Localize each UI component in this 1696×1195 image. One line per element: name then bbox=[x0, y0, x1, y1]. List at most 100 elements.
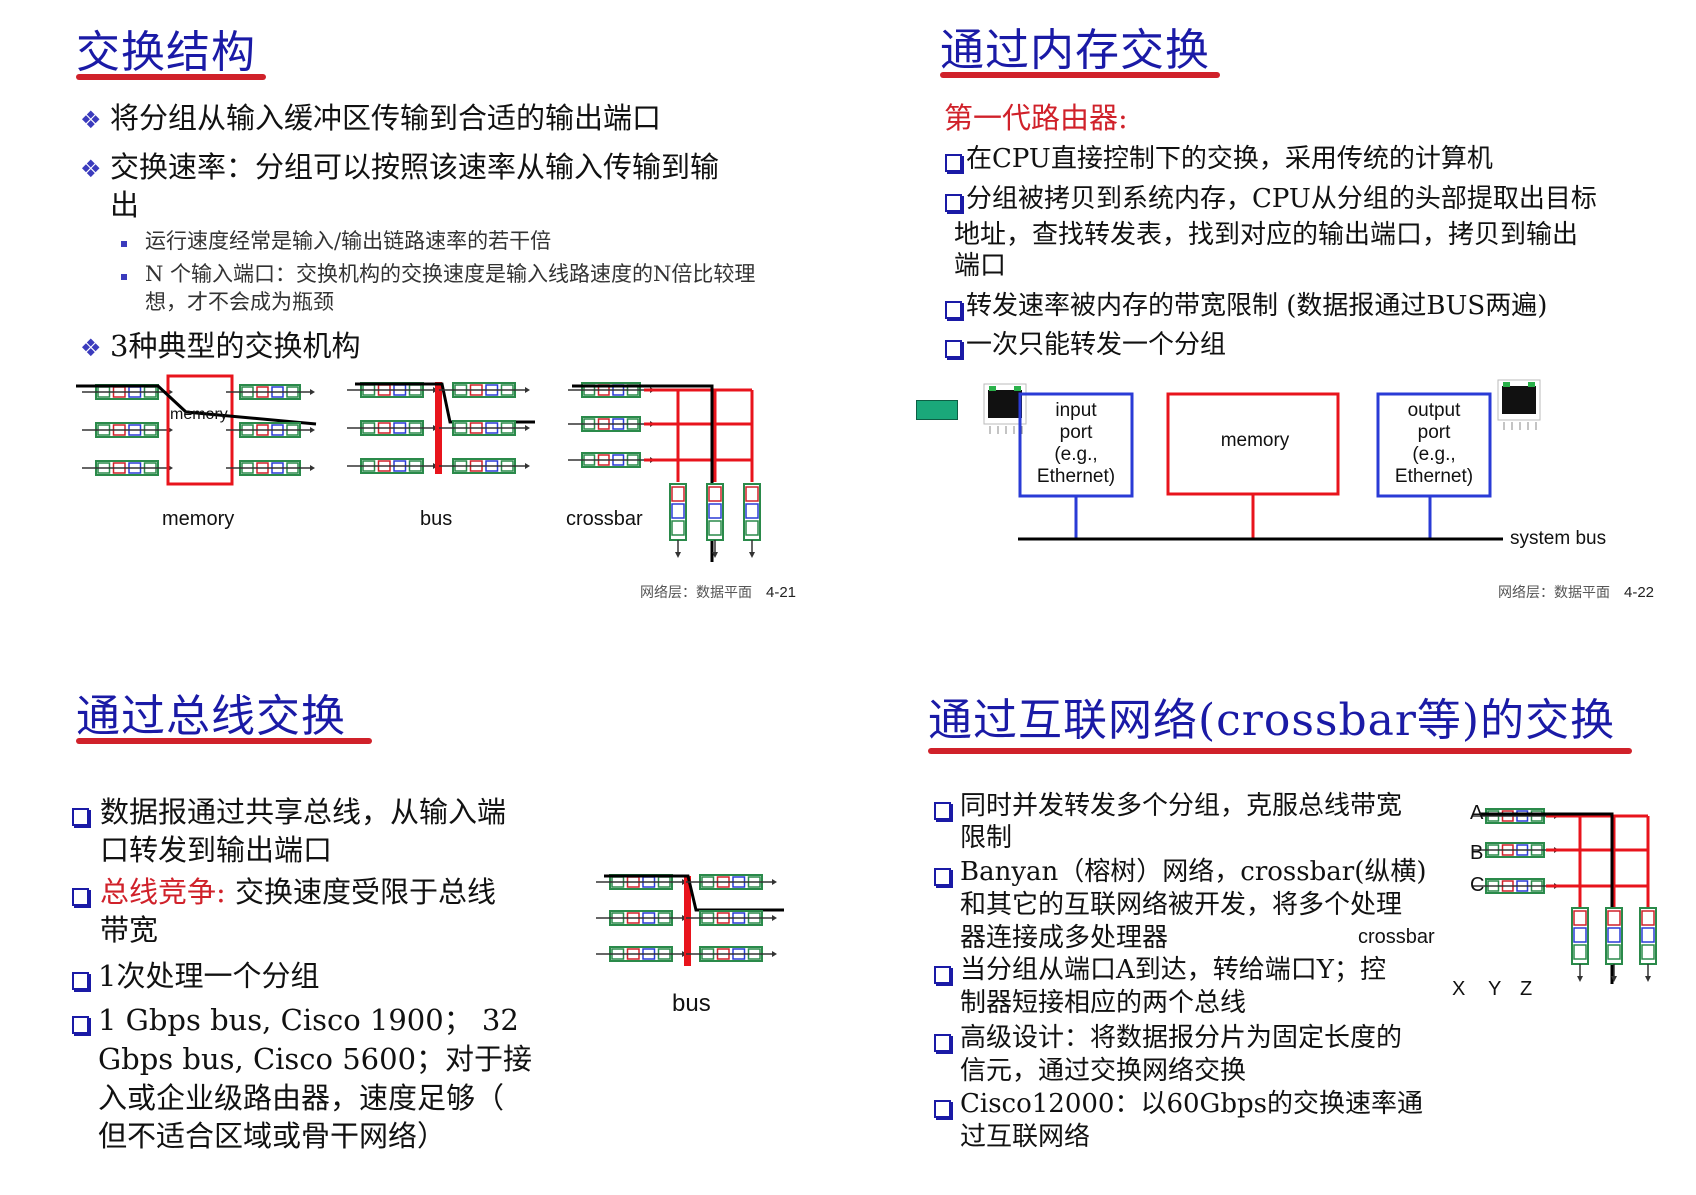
queue-icon bbox=[568, 416, 655, 432]
bullet-text-cont: 但不适合区域或骨干网络） bbox=[98, 1119, 447, 1153]
sub-bullet-text-cont: 想，才不会成为瓶颈 bbox=[145, 290, 334, 314]
sub-bullet-text: N 个输入端口：交换机构的交换速度是输入线路速度的N倍比较理 bbox=[145, 262, 756, 286]
queue-icon bbox=[82, 422, 173, 438]
bullet-text: Banyan（榕树）网络，crossbar(纵横) bbox=[960, 857, 1427, 887]
title-underline bbox=[76, 738, 372, 744]
bullet-text: 1 Gbps bus, Cisco 1900； 32 bbox=[98, 1003, 519, 1037]
slide-title: 通过内存交换 bbox=[940, 25, 1210, 76]
input-queues bbox=[568, 382, 655, 468]
bullet-text-cont: 带宽 bbox=[100, 913, 159, 947]
bus-label: bus bbox=[420, 508, 453, 530]
box-bullet-icon bbox=[945, 340, 962, 358]
memory-label: memory bbox=[162, 508, 235, 530]
bullet-text-part: 交换速度受限于总线 bbox=[225, 875, 496, 909]
slide-subtitle: 第一代路由器: bbox=[944, 101, 1128, 135]
slide-4-22: 通过内存交换 第一代路由器: 在CPU直接控制下的交换，采用传统的计算机 分组被… bbox=[848, 0, 1696, 601]
bullet-text: 一次只能转发一个分组 bbox=[966, 330, 1227, 360]
queue-icon bbox=[743, 483, 761, 558]
box-bullet-icon bbox=[72, 1016, 89, 1034]
queue-icon bbox=[686, 946, 777, 962]
diamond-bullet-icon: ❖ bbox=[80, 106, 102, 134]
bullet-text-cont: 口转发到输出端口 bbox=[100, 833, 333, 867]
queue-icon bbox=[1571, 907, 1589, 982]
bullet-text-cont: 信元，通过交换网络交换 bbox=[960, 1056, 1247, 1086]
bus-label: bus bbox=[672, 990, 711, 1017]
bullet-text-cont: 器连接成多处理器 bbox=[960, 923, 1169, 953]
queue-icon bbox=[1472, 808, 1559, 824]
queue-icon bbox=[686, 874, 777, 890]
title-underline bbox=[928, 748, 1632, 754]
queue-icon bbox=[1472, 878, 1559, 894]
memory-label: memory bbox=[1220, 430, 1290, 451]
bullet-text: 3种典型的交换机构 bbox=[110, 329, 361, 363]
square-bullet-icon bbox=[121, 241, 127, 247]
slide-title: 通过总线交换 bbox=[76, 691, 346, 742]
memory-box bbox=[166, 374, 234, 486]
crossbar-fabric-diagram bbox=[568, 382, 761, 562]
bullet-text-cont: 制器短接相应的两个总线 bbox=[960, 988, 1247, 1018]
queue-icon bbox=[347, 420, 438, 436]
port-label-y: Y bbox=[1488, 978, 1502, 1000]
label-line: output bbox=[1407, 400, 1461, 421]
crossbar-label: crossbar bbox=[566, 508, 643, 530]
bullet-text: 在CPU直接控制下的交换，采用传统的计算机 bbox=[966, 144, 1493, 174]
bullet-text: 数据报通过共享总线，从输入端 bbox=[100, 795, 507, 829]
output-queues bbox=[439, 382, 530, 474]
input-queues bbox=[1472, 808, 1559, 894]
bullet-text: 交换速率：分组可以按照该速率从输入传输到输 bbox=[110, 150, 720, 184]
memory-fabric-diagram bbox=[76, 374, 317, 486]
label-line: port bbox=[1059, 422, 1093, 443]
queue-icon bbox=[226, 460, 315, 476]
queue-icon bbox=[669, 483, 687, 558]
bullet-text-cont: 地址，查找转发表，找到对应的输出端口，拷贝到输出 bbox=[954, 220, 1579, 250]
box-bullet-icon bbox=[934, 802, 951, 820]
bus-fabric-diagram bbox=[347, 382, 535, 474]
box-bullet-icon bbox=[934, 868, 951, 886]
slide-4-21: 交换结构 ❖ 将分组从输入缓冲区传输到合适的输出端口 ❖ 交换速率：分组可以按照… bbox=[0, 0, 848, 601]
queue-icon bbox=[439, 382, 530, 398]
input-queues bbox=[82, 384, 173, 476]
bullet-text: 将分组从输入缓冲区传输到合适的输出端口 bbox=[110, 101, 662, 135]
input-port-label: input port (e.g., Ethernet) bbox=[1020, 400, 1132, 488]
slide-bus-switching: 通过总线交换 数据报通过共享总线，从输入端 口转发到输出端口 总线竞争: 交换速… bbox=[0, 598, 848, 1195]
sub-bullet-text: 运行速度经常是输入/输出链路速率的若干倍 bbox=[145, 229, 552, 253]
slide-crossbar-switching: 通过互联网络(crossbar等)的交换 同时并发转发多个分组，克服总线带宽 限… bbox=[848, 598, 1696, 1195]
green-marker bbox=[916, 400, 958, 420]
port-label-a: A bbox=[1470, 802, 1484, 824]
queue-icon bbox=[568, 452, 655, 468]
output-queues bbox=[1571, 907, 1657, 982]
output-queues bbox=[226, 384, 315, 476]
label-line: Ethernet) bbox=[1036, 466, 1116, 487]
box-bullet-icon bbox=[72, 972, 89, 990]
output-port-label: output port (e.g., Ethernet) bbox=[1378, 400, 1490, 488]
box-bullet-icon bbox=[945, 301, 962, 319]
bullet-text: 1次处理一个分组 bbox=[98, 959, 320, 993]
box-bullet-icon bbox=[72, 888, 89, 906]
label-line: input bbox=[1055, 400, 1097, 421]
queue-icon bbox=[706, 483, 724, 558]
queue-icon bbox=[439, 458, 530, 474]
crossbar-label: crossbar bbox=[1358, 926, 1435, 948]
bullet-text: 分组被拷贝到系统内存，CPU从分组的头部提取出目标 bbox=[966, 184, 1597, 214]
output-queues bbox=[669, 483, 761, 558]
bus-fabric-diagram bbox=[596, 874, 784, 966]
bullet-text: 高级设计：将数据报分片为固定长度的 bbox=[960, 1023, 1403, 1053]
queue-icon bbox=[686, 910, 777, 926]
label-line: (e.g., bbox=[1054, 444, 1098, 465]
square-bullet-icon bbox=[121, 274, 127, 280]
crossbar-grid bbox=[644, 388, 754, 482]
bullet-text-cont: 入或企业级路由器，速度足够（ bbox=[98, 1081, 505, 1115]
box-bullet-icon bbox=[72, 808, 89, 826]
box-bullet-icon bbox=[934, 966, 951, 984]
label-line: (e.g., bbox=[1412, 444, 1456, 465]
diamond-bullet-icon: ❖ bbox=[80, 334, 102, 362]
slide-title: 通过互联网络(crossbar等)的交换 bbox=[928, 695, 1616, 746]
queue-icon bbox=[1605, 907, 1623, 982]
queue-icon bbox=[1639, 907, 1657, 982]
queue-icon bbox=[347, 458, 438, 474]
queue-icon bbox=[226, 422, 315, 438]
queue-icon bbox=[596, 946, 687, 962]
port-label-b: B bbox=[1470, 842, 1484, 864]
crossbar-grid bbox=[1546, 814, 1650, 908]
memory-inner-label: memory bbox=[170, 406, 228, 423]
